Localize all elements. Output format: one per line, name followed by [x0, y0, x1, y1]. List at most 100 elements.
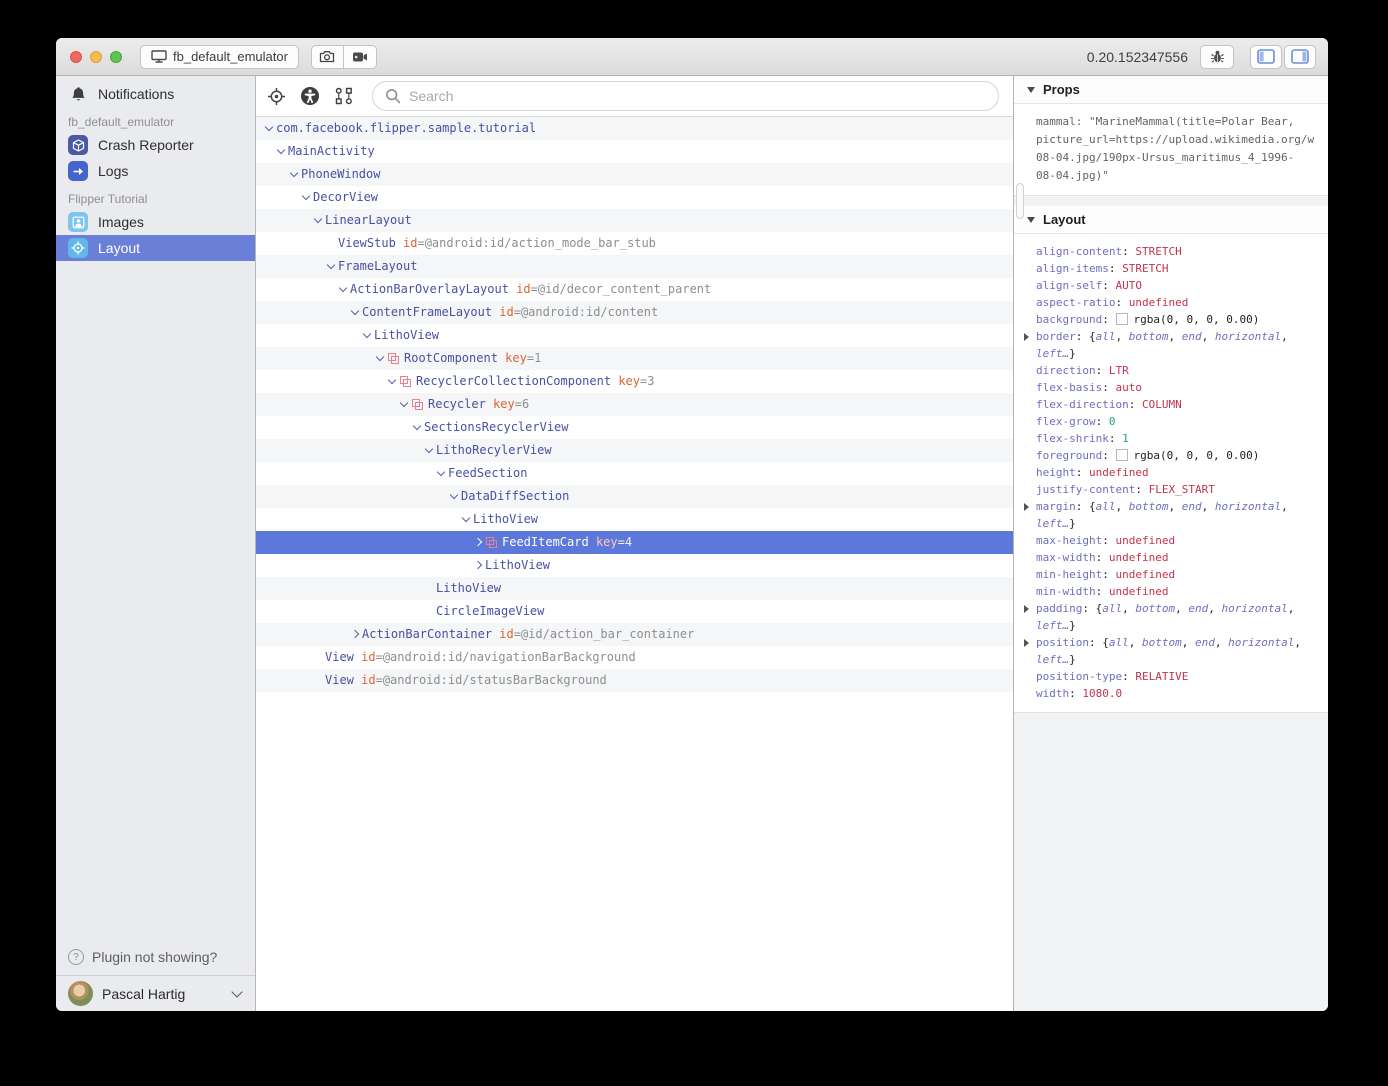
node-name: ActionBarContainer — [362, 623, 492, 646]
node-name: PhoneWindow — [301, 163, 380, 186]
color-swatch[interactable] — [1116, 313, 1128, 325]
camera-icon — [319, 50, 335, 63]
chevron-down-icon[interactable] — [350, 301, 362, 324]
props-section-header[interactable]: Props — [1014, 76, 1328, 104]
tree-row[interactable]: LithoView — [256, 554, 1013, 577]
tree-row[interactable]: LithoView — [256, 508, 1013, 531]
tree-row[interactable]: PhoneWindow — [256, 163, 1013, 186]
minimize-window-button[interactable] — [90, 51, 102, 63]
sidebar-item-crash-reporter[interactable]: Crash Reporter — [56, 132, 255, 158]
chevron-down-icon[interactable] — [375, 347, 387, 370]
prop-key: padding — [1036, 602, 1082, 615]
tree-row[interactable]: ContentFrameLayout id=@android:id/conten… — [256, 301, 1013, 324]
tree-row[interactable]: ActionBarOverlayLayout id=@id/decor_cont… — [256, 278, 1013, 301]
plugin-sidebar: Notifications fb_default_emulator Crash … — [56, 76, 256, 1011]
attr-key: id — [361, 646, 375, 669]
scrollbar-thumb[interactable] — [1016, 183, 1024, 219]
sidebar-item-notifications[interactable]: Notifications — [56, 81, 255, 107]
search-box — [372, 81, 999, 111]
zoom-window-button[interactable] — [110, 51, 122, 63]
flipper-window: fb_default_emulator — [56, 38, 1328, 1011]
prop-value-word: all — [1102, 602, 1122, 615]
prop-key: height — [1036, 466, 1076, 479]
chevron-spacer — [326, 232, 338, 255]
prop-value-word: left… — [1036, 347, 1069, 360]
tree-row[interactable]: DataDiffSection — [256, 485, 1013, 508]
search-input[interactable] — [409, 88, 986, 104]
tree-row[interactable]: Recycler key=6 — [256, 393, 1013, 416]
tree-row[interactable]: RecyclerCollectionComponent key=3 — [256, 370, 1013, 393]
litho-component-icon — [412, 399, 423, 410]
node-name: RootComponent — [404, 347, 498, 370]
expander-right-icon[interactable] — [1024, 605, 1029, 613]
prop-value: STRETCH — [1122, 262, 1168, 275]
tree-row[interactable]: DecorView — [256, 186, 1013, 209]
chevron-down-icon[interactable] — [424, 439, 436, 462]
sidebar-item-logs[interactable]: Logs — [56, 158, 255, 184]
prop-value-word: left… — [1036, 619, 1069, 632]
tree-row[interactable]: RootComponent key=1 — [256, 347, 1013, 370]
crash-reporter-icon — [68, 135, 88, 155]
chevron-down-icon[interactable] — [436, 462, 448, 485]
props-section: Props mammal: "MarineMammal(title=Polar … — [1014, 76, 1328, 196]
chevron-down-icon[interactable] — [412, 416, 424, 439]
tree-row[interactable]: FrameLayout — [256, 255, 1013, 278]
chevron-down-icon[interactable] — [449, 485, 461, 508]
tree-row[interactable]: LinearLayout — [256, 209, 1013, 232]
tree-row[interactable]: MainActivity — [256, 140, 1013, 163]
device-selector-button[interactable]: fb_default_emulator — [140, 45, 299, 69]
node-graph-icon[interactable] — [334, 86, 354, 106]
chevron-down-icon[interactable] — [461, 508, 473, 531]
chevron-down-icon[interactable] — [301, 186, 313, 209]
plugin-not-showing-link[interactable]: ? Plugin not showing? — [56, 941, 255, 975]
tree-row[interactable]: LithoView — [256, 577, 1013, 600]
toggle-right-sidebar-button[interactable] — [1284, 45, 1316, 69]
layout-section-header[interactable]: Layout — [1014, 206, 1328, 234]
tree-row[interactable]: View id=@android:id/navigationBarBackgro… — [256, 646, 1013, 669]
tree-row[interactable]: FeedItemCard key=4 — [256, 531, 1013, 554]
tree-row[interactable]: com.facebook.flipper.sample.tutorial — [256, 117, 1013, 140]
expander-right-icon[interactable] — [1024, 503, 1029, 511]
chevron-down-icon[interactable] — [362, 324, 374, 347]
accessibility-mode-icon[interactable] — [300, 86, 320, 106]
tree-row[interactable]: LithoRecylerView — [256, 439, 1013, 462]
expander-right-icon[interactable] — [1024, 333, 1029, 341]
chevron-down-icon[interactable] — [289, 163, 301, 186]
chevron-down-icon[interactable] — [387, 370, 399, 393]
toggle-left-sidebar-button[interactable] — [1250, 45, 1282, 69]
attr-value: =1 — [527, 347, 541, 370]
tree-row[interactable]: CircleImageView — [256, 600, 1013, 623]
tree-row[interactable]: ViewStub id=@android:id/action_mode_bar_… — [256, 232, 1013, 255]
tree-row[interactable]: SectionsRecyclerView — [256, 416, 1013, 439]
color-swatch[interactable] — [1116, 449, 1128, 461]
tree-row[interactable]: ActionBarContainer id=@id/action_bar_con… — [256, 623, 1013, 646]
chevron-right-icon[interactable] — [473, 531, 485, 554]
prop-key: width — [1036, 687, 1069, 700]
tree-row[interactable]: FeedSection — [256, 462, 1013, 485]
prop-value-word: horizontal — [1228, 636, 1294, 649]
chevron-down-icon[interactable] — [326, 255, 338, 278]
screen-record-button[interactable] — [344, 45, 377, 69]
user-account-row[interactable]: Pascal Hartig — [56, 975, 255, 1011]
chevron-down-icon[interactable] — [399, 393, 411, 416]
sidebar-item-layout[interactable]: Layout — [56, 235, 255, 261]
expander-right-icon[interactable] — [1024, 639, 1029, 647]
node-name: View — [325, 646, 354, 669]
chevron-down-icon[interactable] — [338, 278, 350, 301]
screenshot-button[interactable] — [311, 45, 344, 69]
close-window-button[interactable] — [70, 51, 82, 63]
node-name: LithoRecylerView — [436, 439, 552, 462]
chevron-down-icon[interactable] — [313, 209, 325, 232]
target-mode-icon[interactable] — [266, 86, 286, 106]
chevron-down-icon[interactable] — [264, 117, 276, 140]
layout-icon — [68, 238, 88, 258]
tree-row[interactable]: View id=@android:id/statusBarBackground — [256, 669, 1013, 692]
sidebar-section-device: fb_default_emulator — [56, 107, 255, 132]
report-bug-button[interactable] — [1200, 45, 1234, 69]
sidebar-item-images[interactable]: Images — [56, 209, 255, 235]
tree-row[interactable]: LithoView — [256, 324, 1013, 347]
chevron-down-icon[interactable] — [276, 140, 288, 163]
chevron-right-icon[interactable] — [473, 554, 485, 577]
chevron-right-icon[interactable] — [350, 623, 362, 646]
prop-value-word: end — [1182, 500, 1202, 513]
